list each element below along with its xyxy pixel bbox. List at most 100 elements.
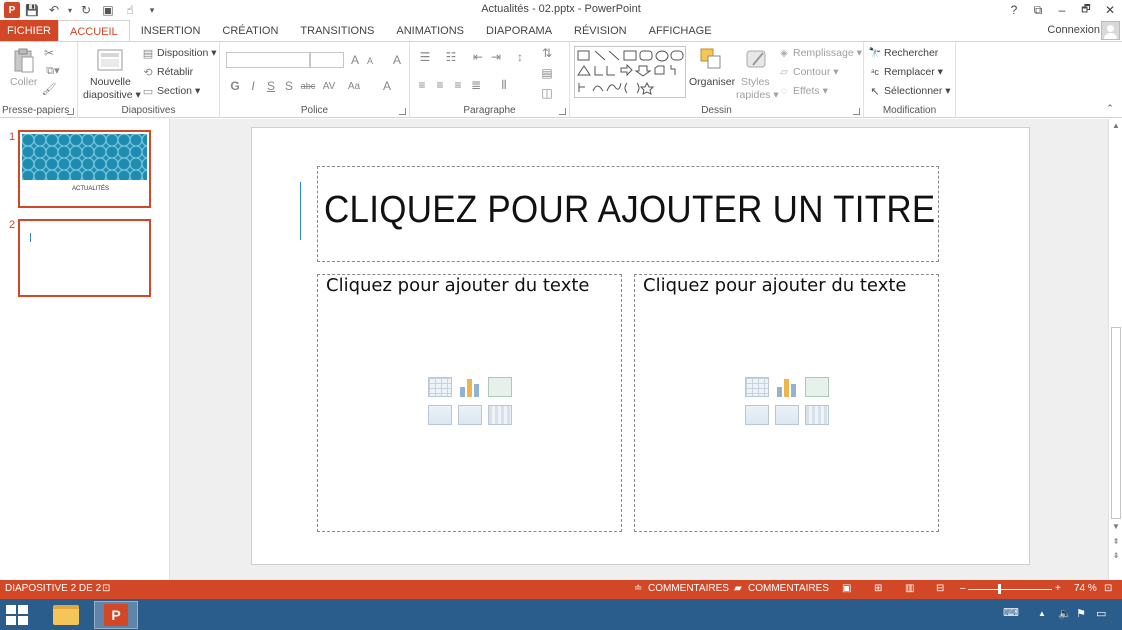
notes-button[interactable]: COMMENTAIRES xyxy=(648,583,729,594)
scroll-up-icon[interactable]: ▲ xyxy=(1111,121,1121,131)
save-icon[interactable]: 💾 xyxy=(22,1,42,19)
tab-animations[interactable]: ANIMATIONS xyxy=(385,20,475,42)
close-button[interactable]: ✕ xyxy=(1098,0,1122,20)
new-slide-icon[interactable] xyxy=(96,47,124,73)
powerpoint-taskbar-icon[interactable]: P xyxy=(94,601,138,629)
insert-chart-icon[interactable] xyxy=(775,377,799,397)
quick-styles-label[interactable]: Styles xyxy=(741,76,770,88)
tray-expand-icon[interactable]: ▲ xyxy=(1038,609,1046,618)
tab-diaporama[interactable]: DIAPORAMA xyxy=(475,20,563,42)
restore-button[interactable]: 🗗 xyxy=(1074,0,1098,20)
bold-icon[interactable]: G xyxy=(228,78,242,94)
shapes-gallery[interactable] xyxy=(574,46,686,98)
redo-icon[interactable]: ↻ xyxy=(76,1,96,19)
smartart-convert-icon[interactable]: ◫ xyxy=(538,86,556,100)
text-direction-icon[interactable]: ⇅ xyxy=(538,46,556,60)
dropdown-icon[interactable]: ▾ xyxy=(66,1,74,19)
file-explorer-icon[interactable] xyxy=(44,601,88,629)
line-spacing-icon[interactable]: ↕ xyxy=(512,50,528,64)
justify-icon[interactable]: ≣ xyxy=(468,78,484,92)
layout-button[interactable]: Disposition ▾ xyxy=(157,47,217,59)
keyboard-icon[interactable]: ⌨ xyxy=(1003,606,1019,619)
zoom-in-button[interactable]: + xyxy=(1055,583,1061,594)
change-case-icon[interactable]: Aa xyxy=(344,78,364,94)
tab-creation[interactable]: CRÉATION xyxy=(211,20,289,42)
font-size-combo[interactable] xyxy=(310,52,344,68)
new-slide-label[interactable]: Nouvelle xyxy=(90,76,131,88)
cut-icon[interactable]: ✂ xyxy=(42,46,56,60)
scroll-down-icon[interactable]: ▼ xyxy=(1111,522,1121,532)
tab-revision[interactable]: RÉVISION xyxy=(563,20,638,42)
select-button[interactable]: Sélectionner ▾ xyxy=(884,85,951,97)
drawing-launcher-icon[interactable] xyxy=(853,108,860,115)
tab-affichage[interactable]: AFFICHAGE xyxy=(638,20,723,42)
shape-effects-button[interactable]: Effets ▾ xyxy=(793,85,828,97)
align-center-icon[interactable]: ≡ xyxy=(432,78,448,92)
shape-fill-button[interactable]: Remplissage ▾ xyxy=(793,47,862,59)
find-button[interactable]: Rechercher xyxy=(884,47,938,59)
quick-styles-icon[interactable] xyxy=(744,46,770,72)
touch-mode-icon[interactable]: ☝ xyxy=(120,1,140,19)
font-color-icon[interactable]: A xyxy=(380,78,394,94)
section-button[interactable]: Section ▾ xyxy=(157,85,200,97)
arrange-button[interactable]: Organiser xyxy=(689,76,735,88)
next-slide-icon[interactable]: ⇟ xyxy=(1111,551,1121,561)
tab-file[interactable]: FICHIER xyxy=(0,20,58,42)
slide-canvas[interactable]: CLIQUEZ POUR AJOUTER UN TITRE Cliquez po… xyxy=(251,127,1030,565)
undo-icon[interactable]: ↶ xyxy=(44,1,64,19)
reading-view-icon[interactable]: ▥ xyxy=(905,583,914,594)
align-left-icon[interactable]: ≡ xyxy=(414,78,430,92)
quick-styles-dropdown[interactable]: rapides ▾ xyxy=(736,89,779,101)
underline-icon[interactable]: S xyxy=(264,78,278,94)
vertical-scrollbar[interactable]: ▲ ▼ ⇞ ⇟ xyxy=(1108,119,1122,580)
slide-sorter-icon[interactable]: ⊞ xyxy=(874,583,882,594)
decrease-indent-icon[interactable]: ⇤ xyxy=(470,50,486,64)
paragraph-launcher-icon[interactable] xyxy=(559,108,566,115)
volume-icon[interactable]: 🔈 xyxy=(1058,607,1072,620)
zoom-level[interactable]: 74 % xyxy=(1074,583,1097,594)
tab-insertion[interactable]: INSERTION xyxy=(130,20,212,42)
insert-picture-icon[interactable] xyxy=(428,405,452,425)
content-placeholder-left[interactable]: Cliquez pour ajouter du texte xyxy=(317,274,622,532)
minimize-button[interactable]: – xyxy=(1050,0,1074,20)
collapse-ribbon-icon[interactable]: ⌃ xyxy=(1104,102,1116,114)
previous-slide-icon[interactable]: ⇞ xyxy=(1111,537,1121,547)
zoom-out-button[interactable]: – xyxy=(960,583,966,594)
shape-outline-button[interactable]: Contour ▾ xyxy=(793,66,839,78)
char-spacing-icon[interactable]: AV xyxy=(320,78,338,94)
content-placeholder-right[interactable]: Cliquez pour ajouter du texte xyxy=(634,274,939,532)
bullets-icon[interactable]: ☰ xyxy=(414,50,436,64)
arrange-icon[interactable] xyxy=(698,46,724,72)
normal-view-icon[interactable]: ▣ xyxy=(842,583,851,594)
paste-icon[interactable] xyxy=(12,48,36,74)
increase-indent-icon[interactable]: ⇥ xyxy=(488,50,504,64)
insert-online-picture-icon[interactable] xyxy=(775,405,799,425)
numbering-icon[interactable]: ☷ xyxy=(440,50,462,64)
insert-online-picture-icon[interactable] xyxy=(458,405,482,425)
slide-thumbnail-2[interactable] xyxy=(18,219,151,297)
zoom-slider-knob[interactable] xyxy=(998,584,1001,594)
align-right-icon[interactable]: ≡ xyxy=(450,78,466,92)
customize-qat-icon[interactable]: ▾ xyxy=(142,1,162,19)
shapes-scroll-icon[interactable] xyxy=(674,48,684,96)
align-text-icon[interactable]: ▤ xyxy=(538,66,556,80)
comments-button[interactable]: COMMENTAIRES xyxy=(748,583,829,594)
fit-to-window-icon[interactable]: ⊡ xyxy=(1104,583,1112,594)
insert-picture-icon[interactable] xyxy=(745,405,769,425)
network-icon[interactable]: ▭ xyxy=(1096,607,1106,620)
spell-check-icon[interactable]: ⊡ xyxy=(102,583,110,594)
zoom-slider-track[interactable] xyxy=(968,589,1052,590)
action-center-icon[interactable]: ⚑ xyxy=(1076,607,1086,620)
help-button[interactable]: ? xyxy=(1002,0,1026,20)
slide-thumbnail-1[interactable]: ACTUALITÉS xyxy=(18,130,151,208)
grow-font-icon[interactable]: A xyxy=(348,52,362,68)
sign-in-link[interactable]: Connexion xyxy=(1047,24,1100,36)
start-slideshow-icon[interactable]: ▣ xyxy=(98,1,118,19)
insert-table-icon[interactable] xyxy=(745,377,769,397)
columns-icon[interactable]: ⫴ xyxy=(494,78,514,92)
shadow-icon[interactable]: S xyxy=(282,78,296,94)
insert-video-icon[interactable] xyxy=(805,405,829,425)
insert-chart-icon[interactable] xyxy=(458,377,482,397)
ribbon-display-options-button[interactable]: ⧉ xyxy=(1026,0,1050,20)
format-painter-icon[interactable]: 🖌 xyxy=(41,82,56,96)
